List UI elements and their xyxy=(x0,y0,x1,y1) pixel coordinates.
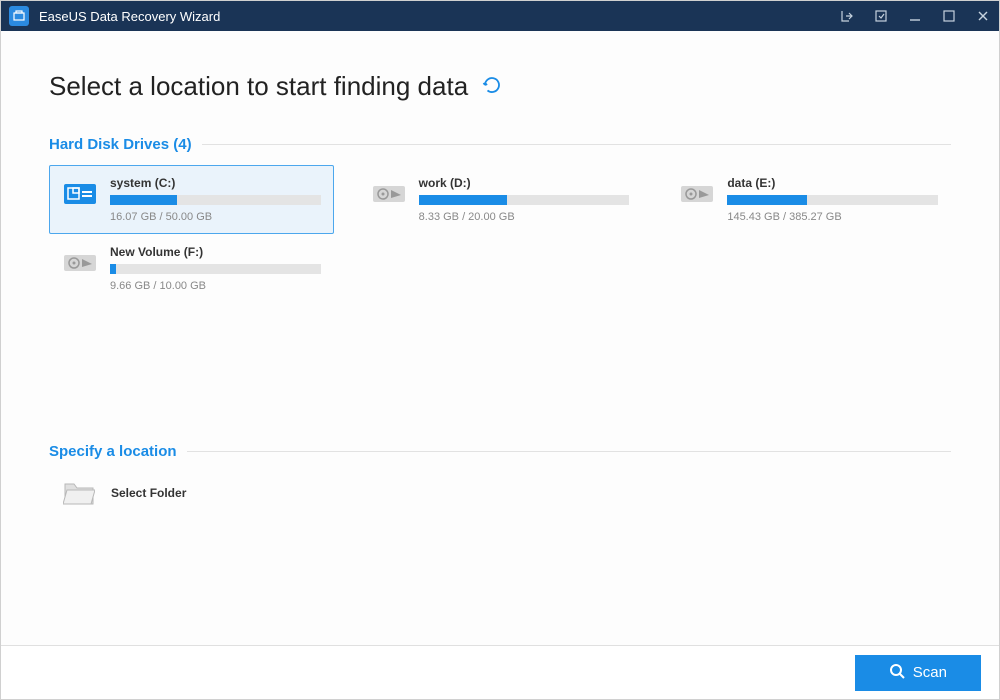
specify-section: Specify a location Select Folder xyxy=(49,443,951,514)
hdd-icon xyxy=(62,247,98,277)
drive-stats: 8.33 GB / 20.00 GB xyxy=(419,211,630,223)
specify-section-title: Specify a location xyxy=(49,443,951,460)
drive-usage-bar xyxy=(419,195,630,205)
minimize-button[interactable] xyxy=(907,8,923,24)
drive-usage-fill xyxy=(419,195,507,205)
drive-card[interactable]: data (E:) 145.43 GB / 385.27 GB xyxy=(666,165,951,234)
drive-info: system (C:) 16.07 GB / 50.00 GB xyxy=(110,176,321,223)
toggle-icon[interactable] xyxy=(873,8,889,24)
hdd-icon xyxy=(679,178,715,208)
select-folder-label: Select Folder xyxy=(111,486,186,500)
titlebar: EaseUS Data Recovery Wizard xyxy=(1,1,999,31)
refresh-icon[interactable] xyxy=(482,71,502,102)
drive-card[interactable]: system (C:) 16.07 GB / 50.00 GB xyxy=(49,165,334,234)
page-heading: Select a location to start finding data xyxy=(49,71,951,102)
scan-button[interactable]: Scan xyxy=(855,655,981,691)
drive-card[interactable]: work (D:) 8.33 GB / 20.00 GB xyxy=(358,165,643,234)
divider xyxy=(187,451,951,452)
drive-usage-fill xyxy=(727,195,807,205)
footer: Scan xyxy=(1,645,999,699)
scan-button-label: Scan xyxy=(913,664,947,681)
main-content: Select a location to start finding data … xyxy=(1,31,999,514)
close-button[interactable] xyxy=(975,8,991,24)
drive-card[interactable]: New Volume (F:) 9.66 GB / 10.00 GB xyxy=(49,234,334,303)
window-controls xyxy=(839,8,991,24)
drive-info: work (D:) 8.33 GB / 20.00 GB xyxy=(419,176,630,223)
drive-info: New Volume (F:) 9.66 GB / 10.00 GB xyxy=(110,245,321,292)
drives-title-text: Hard Disk Drives (4) xyxy=(49,136,192,153)
drive-usage-bar xyxy=(110,264,321,274)
drive-usage-fill xyxy=(110,264,116,274)
maximize-button[interactable] xyxy=(941,8,957,24)
app-logo-icon xyxy=(9,6,29,26)
drive-usage-fill xyxy=(110,195,177,205)
hdd-icon xyxy=(371,178,407,208)
drive-name: work (D:) xyxy=(419,176,630,190)
drive-usage-bar xyxy=(110,195,321,205)
import-icon[interactable] xyxy=(839,8,855,24)
drives-section-title: Hard Disk Drives (4) xyxy=(49,136,951,153)
drive-name: data (E:) xyxy=(727,176,938,190)
drive-stats: 145.43 GB / 385.27 GB xyxy=(727,211,938,223)
drive-name: New Volume (F:) xyxy=(110,245,321,259)
drive-stats: 16.07 GB / 50.00 GB xyxy=(110,211,321,223)
drive-stats: 9.66 GB / 10.00 GB xyxy=(110,280,321,292)
drive-usage-bar xyxy=(727,195,938,205)
divider xyxy=(202,144,951,145)
drive-info: data (E:) 145.43 GB / 385.27 GB xyxy=(727,176,938,223)
drives-grid: system (C:) 16.07 GB / 50.00 GB work (D:) 8… xyxy=(49,165,951,303)
window-title: EaseUS Data Recovery Wizard xyxy=(39,9,839,24)
folder-icon xyxy=(63,480,95,506)
system-drive-icon xyxy=(62,178,98,208)
drive-name: system (C:) xyxy=(110,176,321,190)
search-icon xyxy=(889,663,905,683)
specify-title-text: Specify a location xyxy=(49,443,177,460)
select-folder-row[interactable]: Select Folder xyxy=(49,472,951,514)
heading-text: Select a location to start finding data xyxy=(49,71,468,102)
